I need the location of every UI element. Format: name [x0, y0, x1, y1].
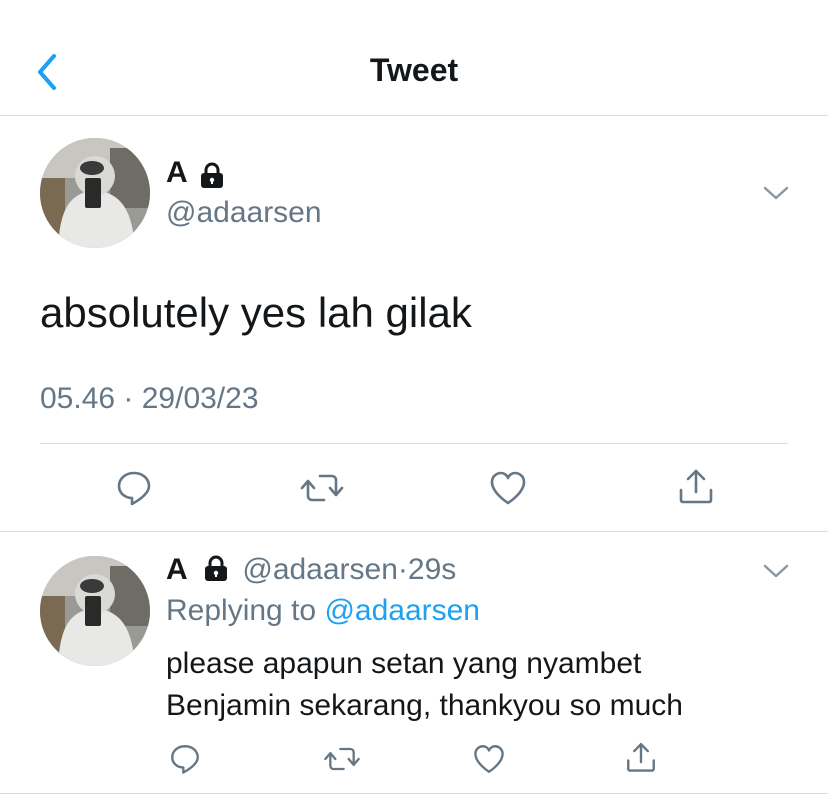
lock-icon	[201, 162, 224, 188]
reply-age: 29s	[407, 553, 457, 586]
retweet-button[interactable]	[298, 468, 346, 513]
display-name[interactable]: A	[166, 156, 188, 189]
retweet-icon	[324, 747, 360, 771]
lock-icon	[205, 555, 228, 582]
like-icon	[474, 745, 504, 773]
avatar-image	[40, 556, 150, 666]
avatar[interactable]	[40, 138, 150, 248]
chevron-down-icon	[763, 186, 789, 200]
chevron-down-icon	[763, 564, 789, 578]
reply-like-button[interactable]	[472, 742, 506, 781]
reply-button[interactable]	[114, 468, 154, 513]
separator-dot: ·	[397, 553, 408, 586]
tweet-options-button[interactable]	[762, 184, 790, 207]
retweet-icon	[300, 474, 344, 502]
share-icon	[627, 743, 655, 772]
avatar-image	[40, 138, 150, 248]
share-icon	[679, 469, 713, 504]
reply-share-button[interactable]	[624, 740, 658, 779]
divider	[0, 793, 828, 794]
reply-options-button[interactable]	[762, 562, 790, 585]
replying-to-label: Replying to	[166, 594, 317, 627]
reply-icon	[171, 745, 199, 774]
reply-avatar[interactable]	[40, 556, 150, 666]
reply-icon	[117, 471, 151, 506]
reply-text-line2: Benjamin sekarang, thankyou so much	[166, 689, 683, 722]
tweet-timestamp: 05.46 · 29/03/23	[40, 382, 259, 415]
replying-to-link[interactable]: @adaarsen	[324, 594, 480, 627]
reply-retweet-button[interactable]	[322, 742, 362, 781]
tweet-text: absolutely yes lah gilak	[40, 289, 472, 336]
divider	[0, 531, 828, 532]
reply-display-name[interactable]: A	[166, 553, 188, 586]
like-button[interactable]	[488, 468, 528, 513]
reply-reply-button[interactable]	[168, 742, 202, 781]
share-button[interactable]	[676, 466, 716, 511]
user-handle[interactable]: @adaarsen	[166, 196, 322, 230]
page-title: Tweet	[369, 52, 459, 88]
reply-handle[interactable]: @adaarsen	[242, 553, 398, 586]
like-icon	[490, 471, 526, 505]
divider	[40, 443, 788, 444]
reply-text-line1: please apapun setan yang nyambet	[166, 647, 642, 680]
